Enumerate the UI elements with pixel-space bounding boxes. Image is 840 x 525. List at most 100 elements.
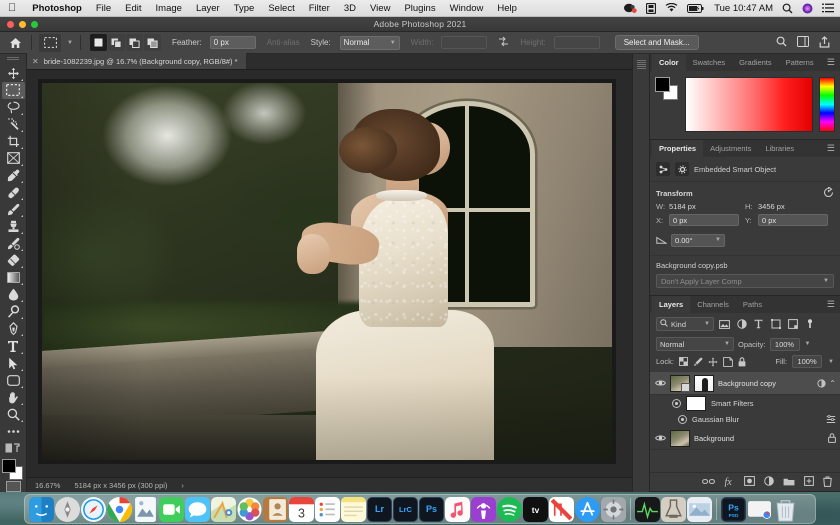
shape-layer-filter-icon[interactable] [769, 318, 782, 331]
select-and-mask-button[interactable]: Select and Mask... [614, 35, 699, 50]
dock-item-contacts[interactable] [263, 496, 288, 522]
dock-item-system-preferences[interactable] [601, 496, 626, 522]
panel-menu-icon[interactable]: ☰ [827, 140, 840, 157]
dock-item-music[interactable] [445, 496, 470, 522]
transform-width-value[interactable]: 5184 px [669, 202, 696, 211]
quick-mask-toggle[interactable] [2, 440, 25, 457]
smart-filters-mask-thumbnail[interactable] [686, 396, 706, 411]
dock-item-preview[interactable] [133, 496, 158, 522]
width-input[interactable] [441, 36, 488, 49]
siri-icon[interactable] [802, 3, 813, 14]
workspace-icon[interactable] [797, 36, 809, 49]
dock-item-utility-app[interactable] [661, 496, 686, 522]
document-tab[interactable]: ✕ bride-1082239.jpg @ 16.7% (Background … [27, 53, 247, 69]
dock-item-photos[interactable] [237, 497, 262, 522]
layer-comp-select[interactable]: Don't Apply Layer Comp ▼ [656, 274, 834, 288]
dock-item-news[interactable] [549, 496, 574, 522]
edit-toolbar-tool[interactable] [2, 423, 25, 440]
screen-mode-button[interactable] [5, 480, 21, 492]
smart-filters-icon[interactable]: ⌃ [817, 379, 836, 388]
hue-slider[interactable] [819, 77, 835, 132]
tab-patterns[interactable]: Patterns [779, 54, 821, 71]
new-layer-icon[interactable] [804, 476, 814, 488]
transform-angle-input[interactable]: 0.00° ▼ [671, 233, 725, 247]
blur-tool[interactable] [2, 286, 25, 303]
menu-image[interactable]: Image [149, 0, 189, 17]
intersect-selection-icon[interactable] [143, 34, 161, 51]
crop-tool[interactable] [2, 133, 25, 150]
zoom-level[interactable]: 16.67% [35, 481, 60, 490]
dock-item-app-store[interactable] [575, 496, 600, 522]
layer-row-smart-filters[interactable]: Smart Filters [650, 395, 840, 412]
menu-app-name[interactable]: Photoshop [25, 0, 89, 17]
menu-bar-clock[interactable]: Tue 10:47 AM [714, 3, 773, 14]
delete-layer-icon[interactable] [823, 476, 832, 489]
battery-icon[interactable] [687, 3, 705, 13]
brush-tool[interactable] [2, 201, 25, 218]
opacity-chevron-down-icon[interactable]: ▼ [805, 341, 811, 347]
object-settings-icon[interactable] [675, 162, 689, 176]
dock-item-activity-monitor[interactable] [635, 496, 660, 522]
color-swatches[interactable] [2, 458, 24, 480]
transform-y-input[interactable]: 0 px [758, 214, 828, 226]
panel-menu-icon[interactable]: ☰ [827, 54, 840, 71]
layer-name[interactable]: Background copy [718, 379, 813, 388]
dock-item-trash[interactable] [773, 497, 798, 522]
opacity-value[interactable]: 100% [769, 337, 800, 351]
layer-mask-thumbnail[interactable] [694, 374, 714, 392]
smart-object-filter-icon[interactable] [786, 318, 799, 331]
panel-drag-handle[interactable] [636, 60, 646, 70]
dodge-tool[interactable] [2, 303, 25, 320]
rectangular-marquee-tool[interactable] [1, 81, 25, 99]
dock-item-lightroom-classic[interactable]: LrC [393, 496, 418, 522]
status-menu-arrow-icon[interactable]: › [181, 481, 184, 490]
lasso-tool[interactable] [2, 99, 25, 116]
layer-thumbnail[interactable] [670, 374, 690, 392]
dock-item-notes[interactable] [341, 496, 366, 522]
dock-item-messages[interactable] [185, 496, 210, 522]
anti-alias-label[interactable]: Anti-alias [267, 38, 300, 47]
reset-icon[interactable] [823, 185, 834, 199]
canvas-viewport[interactable] [27, 70, 632, 477]
dock-item-podcasts[interactable] [471, 496, 496, 522]
adjustment-layer-filter-icon[interactable] [735, 318, 748, 331]
height-input[interactable] [553, 36, 600, 49]
layer-collapse-chevron-icon[interactable]: ⌃ [829, 379, 836, 388]
type-tool[interactable] [2, 337, 25, 354]
menu-3d[interactable]: 3D [337, 0, 363, 17]
eyedropper-tool[interactable] [2, 167, 25, 184]
dock-item-spotify[interactable] [497, 496, 522, 522]
apple-icon[interactable]:  [0, 1, 25, 15]
frame-tool[interactable] [2, 150, 25, 167]
color-panel-foreground-swatch[interactable] [655, 77, 670, 92]
dock-item-facetime[interactable] [159, 496, 184, 522]
dock-item-maps[interactable] [211, 496, 236, 522]
smart-object-icon[interactable] [656, 162, 670, 176]
menu-window[interactable]: Window [443, 0, 491, 17]
display-icon[interactable] [646, 2, 657, 14]
dock-item-chrome[interactable] [107, 496, 132, 522]
new-group-icon[interactable] [783, 477, 795, 488]
minimize-window-button[interactable] [19, 21, 26, 28]
dock-item-calendar[interactable]: 3 [289, 496, 314, 522]
tab-gradients[interactable]: Gradients [732, 54, 779, 71]
add-layer-mask-icon[interactable] [744, 476, 755, 488]
maximize-window-button[interactable] [31, 21, 38, 28]
gaussian-blur-visibility-icon[interactable] [678, 415, 687, 424]
gradient-tool[interactable] [2, 269, 25, 286]
tab-color[interactable]: Color [652, 54, 686, 71]
lock-position-icon[interactable] [708, 357, 718, 367]
new-adjustment-layer-icon[interactable] [764, 476, 774, 488]
layer-kind-select[interactable]: Kind ▼ [656, 317, 714, 331]
menu-select[interactable]: Select [261, 0, 301, 17]
eraser-tool[interactable] [2, 252, 25, 269]
layer-visibility-icon[interactable] [654, 379, 666, 387]
lock-all-icon[interactable] [738, 356, 746, 367]
layer-visibility-icon[interactable] [654, 434, 666, 442]
menu-layer[interactable]: Layer [189, 0, 227, 17]
tab-channels[interactable]: Channels [690, 296, 736, 313]
feather-input[interactable]: 0 px [209, 36, 256, 49]
artboard[interactable] [38, 79, 616, 464]
wifi-icon[interactable] [665, 3, 678, 13]
tab-swatches[interactable]: Swatches [686, 54, 733, 71]
